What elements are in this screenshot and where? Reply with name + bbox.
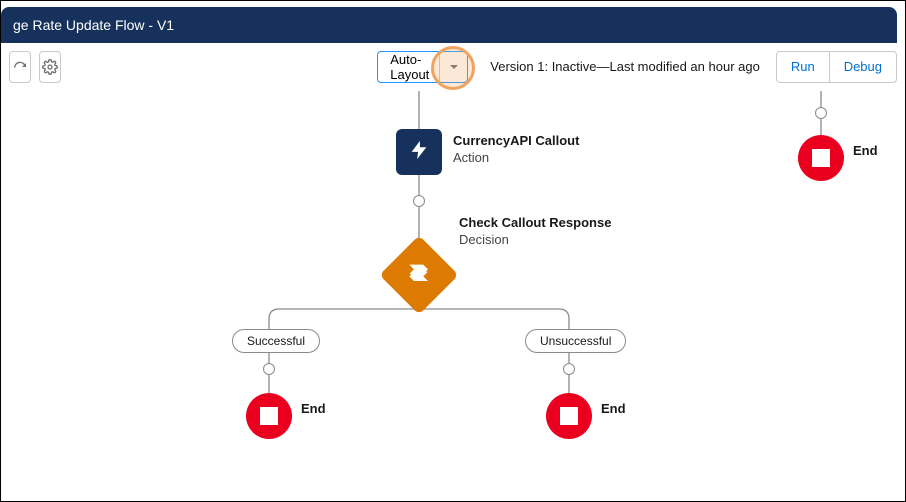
end-node-left[interactable] [246,393,292,439]
version-status-text: Version 1: Inactive—Last modified an hou… [490,59,760,74]
end-label-topright: End [853,143,878,160]
gear-icon [42,59,58,75]
settings-button[interactable] [39,51,61,83]
decision-subtitle: Decision [459,232,611,249]
bolt-icon [408,139,430,166]
decision-node[interactable] [379,235,458,314]
end-node-right[interactable] [546,393,592,439]
end-label-left: End [301,401,326,418]
debug-button[interactable]: Debug [830,51,897,83]
flow-title: ge Rate Update Flow - V1 [13,17,174,33]
run-button[interactable]: Run [776,51,830,83]
branch-pill-successful[interactable]: Successful [232,329,320,353]
app-header: ge Rate Update Flow - V1 [1,7,897,43]
add-node-circle[interactable] [815,107,827,119]
redo-button[interactable] [9,51,31,83]
action-title: CurrencyAPI Callout [453,133,579,150]
action-subtitle: Action [453,150,579,167]
end-label-right: End [601,401,626,418]
layout-mode-select[interactable]: Auto-Layout [377,51,468,83]
branch-pill-unsuccessful[interactable]: Unsuccessful [525,329,626,353]
chevron-down-icon [439,52,467,82]
action-button-group: Run Debug [776,51,897,83]
flow-canvas[interactable]: CurrencyAPI Callout Action Check Callout… [1,91,905,501]
end-node-topright[interactable] [798,135,844,181]
decision-icon [405,259,433,292]
action-node[interactable] [396,129,442,175]
decision-node-label: Check Callout Response Decision [459,215,611,249]
add-node-circle[interactable] [413,195,425,207]
add-node-circle[interactable] [263,363,275,375]
redo-icon [12,59,28,75]
add-node-circle[interactable] [563,363,575,375]
action-node-label: CurrencyAPI Callout Action [453,133,579,167]
toolbar: Auto-Layout Version 1: Inactive—Last mod… [1,43,905,91]
decision-title: Check Callout Response [459,215,611,232]
layout-mode-label: Auto-Layout [390,52,437,82]
